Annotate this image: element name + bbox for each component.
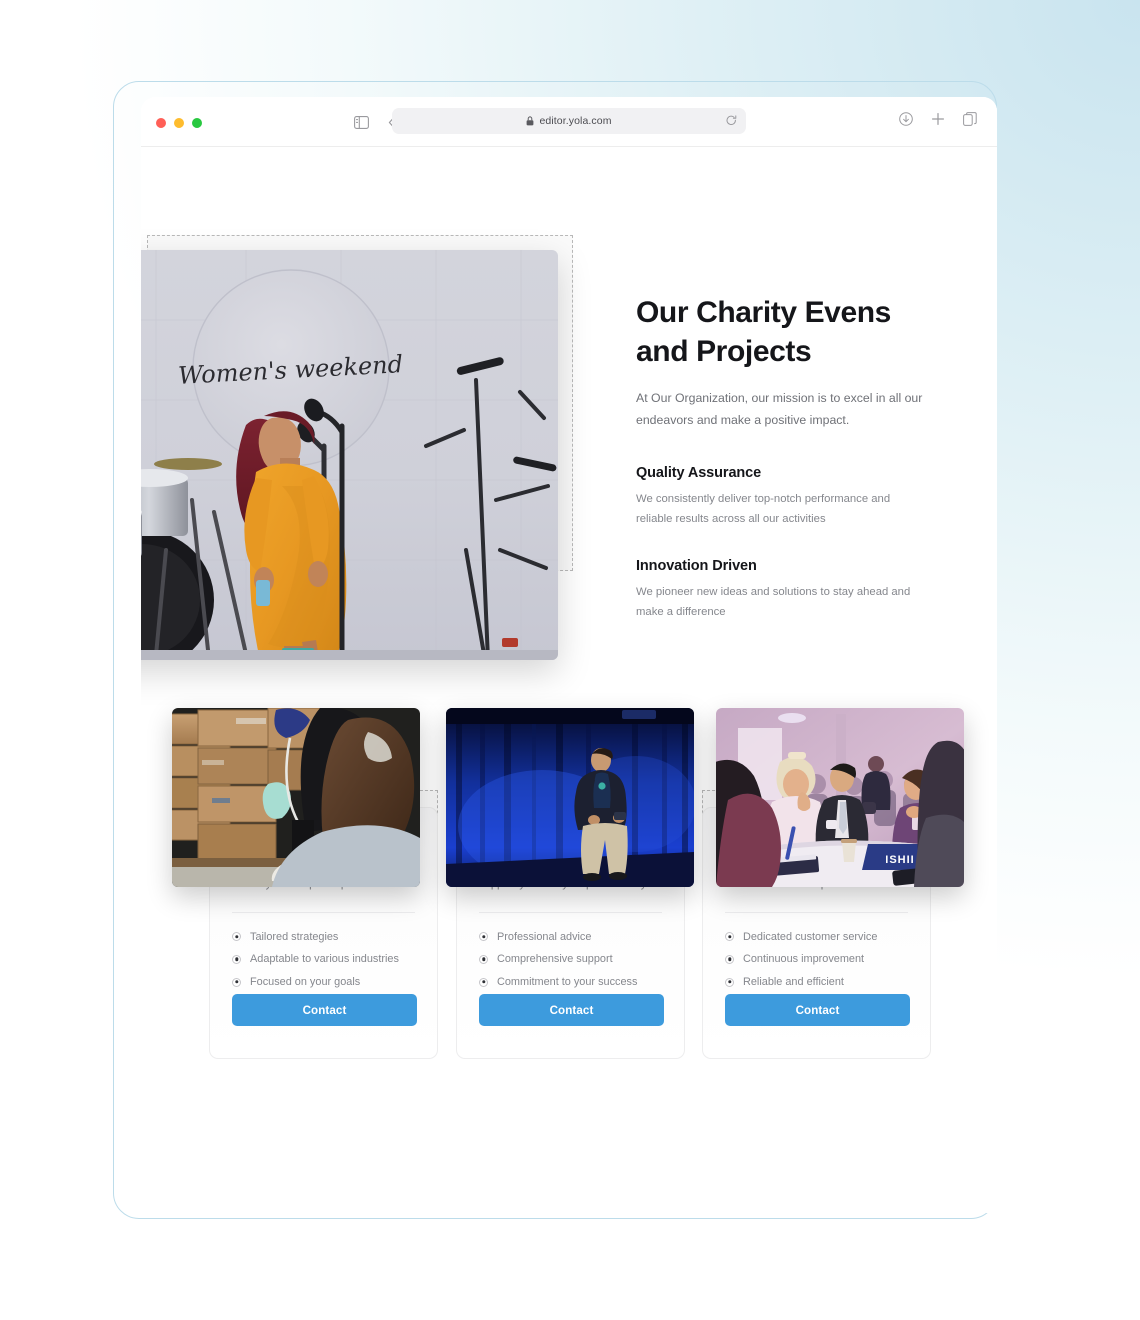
feature-title: Quality Assurance [636,464,762,481]
list-item: Focused on your goals [232,971,415,994]
divider [479,911,662,913]
new-tab-icon[interactable] [931,112,945,131]
divider [232,911,415,913]
minimize-button[interactable] [174,118,184,128]
list-item-label: Tailored strategies [250,930,339,943]
reload-icon[interactable] [726,115,737,127]
page-canvas: Women's weekend Our Charity Evens and Pr… [141,147,997,1213]
hero-subtitle: At Our Organization, our mission is to e… [636,391,923,427]
card-feature-list: Professional advice Comprehensive suppor… [479,926,662,994]
feature-innovation-driven: Innovation Driven We pioneer new ideas a… [636,558,936,623]
list-item-label: Commitment to your success [497,976,638,989]
bullet-icon [479,932,488,942]
card-feature-list: Tailored strategies Adaptable to various… [232,926,415,994]
sidebar-toggle-icon[interactable] [351,112,371,132]
list-item: Commitment to your success [479,971,662,994]
divider [725,911,908,913]
bullet-icon [232,954,241,964]
contact-button[interactable]: Contact [725,994,910,1026]
maximize-button[interactable] [192,118,202,128]
feature-title: Innovation Driven [636,558,757,575]
close-button[interactable] [156,118,166,128]
list-item-label: Professional advice [497,930,592,943]
list-item-label: Focused on your goals [250,976,361,989]
hero-text-block: Our Charity Evens and Projects At Our Or… [636,293,936,623]
list-item: Adaptable to various industries [232,948,415,971]
window-controls[interactable] [156,118,202,128]
list-item-label: Comprehensive support [497,953,613,966]
lock-icon [526,116,534,126]
hero-image[interactable]: Women's weekend [141,250,558,660]
browser-toolbar: editor.yola.com [141,97,997,147]
list-item-label: Adaptable to various industries [250,953,399,966]
card-image-comprehensive-support[interactable]: ISHII [716,708,964,887]
page-title: Our Charity Evens and Projects [636,296,891,368]
feature-description: We pioneer new ideas and solutions to st… [636,586,911,619]
svg-text:ISHII: ISHII [885,854,914,866]
bullet-icon [725,932,734,942]
download-icon[interactable] [899,112,913,131]
card-feature-list: Dedicated customer service Continuous im… [725,926,908,994]
contact-button[interactable]: Contact [232,994,417,1026]
list-item: Reliable and efficient [725,971,908,994]
bullet-icon [725,977,734,987]
url-text: editor.yola.com [539,115,612,127]
list-item: Dedicated customer service [725,926,908,949]
feature-description: We consistently deliver top-notch perfor… [636,492,891,525]
bullet-icon [232,932,241,942]
list-item: Professional advice [479,926,662,949]
browser-window: editor.yola.com Women's weekend Our Char… [141,97,997,1213]
card-image-custom-solutions[interactable] [172,708,420,887]
contact-button[interactable]: Contact [479,994,664,1026]
list-item-label: Reliable and efficient [743,976,844,989]
bullet-icon [479,977,488,987]
list-item: Tailored strategies [232,926,415,949]
bullet-icon [725,954,734,964]
card-image-expert-guidance[interactable] [446,708,694,887]
toolbar-right-icons [899,112,977,131]
list-item: Continuous improvement [725,948,908,971]
bullet-icon [232,977,241,987]
bullet-icon [479,954,488,964]
list-item-label: Continuous improvement [743,953,865,966]
list-item-label: Dedicated customer service [743,930,878,943]
feature-quality-assurance: Quality Assurance We consistently delive… [636,465,936,530]
list-item: Comprehensive support [479,948,662,971]
tab-overview-icon[interactable] [963,112,977,131]
address-bar[interactable]: editor.yola.com [392,108,746,134]
